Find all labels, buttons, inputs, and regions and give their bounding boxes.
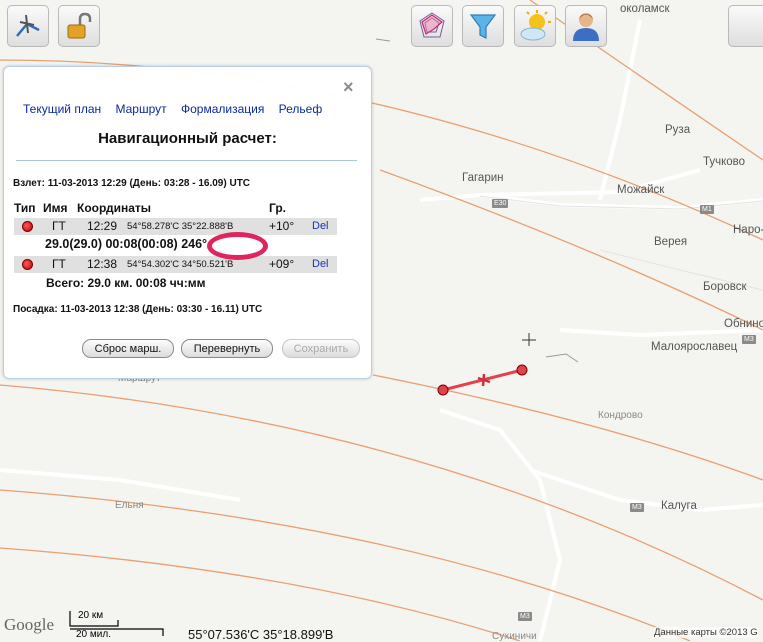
weather-button[interactable] — [514, 5, 556, 47]
map-copyright[interactable]: Данные карты ©2013 G — [654, 627, 758, 638]
town-gagarin: Гагарин — [462, 172, 504, 184]
user-icon — [573, 13, 599, 41]
extra-button[interactable] — [728, 5, 763, 47]
town-maloyaroslavets: Малоярославец — [651, 341, 738, 353]
save-button[interactable]: Сохранить — [282, 339, 360, 358]
crosshair-icon — [522, 333, 536, 346]
town-elnya: Ельня — [115, 500, 144, 511]
town-tuchkovo: Тучково — [703, 156, 746, 168]
town-borovsk: Боровск — [703, 281, 747, 293]
town-obninsk: Обнино — [724, 318, 763, 330]
unlock-icon — [67, 12, 92, 39]
unlock-button[interactable] — [58, 5, 100, 47]
road-shield-m3: M3 — [742, 335, 756, 344]
tab-formalization[interactable]: Формализация — [181, 102, 264, 116]
town-kaluga: Калуга — [661, 500, 697, 512]
town-ruza: Руза — [665, 124, 691, 136]
waypoint-time: 12:38 — [87, 257, 118, 271]
waypoint-deg: +10° — [269, 219, 295, 233]
town-kondrovo: Кондрово — [598, 410, 643, 421]
town-mozhaysk: Можайск — [617, 184, 665, 196]
user-button[interactable] — [565, 5, 607, 47]
scale-km: 20 км — [78, 610, 104, 621]
tab-route[interactable]: Маршрут — [115, 102, 166, 116]
waypoint-time: 12:29 — [87, 219, 118, 233]
waypoint-name: ГТ — [52, 219, 66, 233]
waypoint-name: ГТ — [52, 257, 66, 271]
town-naro: Наро- — [733, 224, 763, 236]
waypoint-dot-icon — [22, 221, 33, 232]
delete-link[interactable]: Del — [312, 258, 329, 270]
road-shield-m1: M1 — [700, 205, 714, 214]
waypoint-coords: 54°54.302'С 34°50.521'В — [127, 259, 234, 270]
landing-info: Посадка: 11-03-2013 12:38 (День: 03:30 -… — [13, 304, 263, 315]
total-info: Всего: 29.0 км. 00:08 чч:мм — [46, 276, 206, 290]
filter-icon — [469, 14, 497, 39]
col-deg-header: Гр. — [269, 201, 287, 215]
close-icon[interactable]: × — [343, 78, 354, 96]
tab-current-plan[interactable]: Текущий план — [23, 102, 101, 116]
radar-icon — [419, 12, 445, 38]
tab-relief[interactable]: Рельеф — [279, 102, 323, 116]
nav-calc-panel: × Текущий план Маршрут Формализация Рель… — [3, 66, 372, 379]
reset-route-button[interactable]: Сброс марш. — [82, 339, 174, 358]
panel-tabs: Текущий план Маршрут Формализация Рельеф — [23, 102, 333, 116]
road-shield-e30: E30 — [492, 199, 509, 208]
delete-link[interactable]: Del — [312, 220, 329, 232]
divider — [16, 160, 357, 161]
filter-button[interactable] — [462, 5, 504, 47]
panel-title: Навигационный расчет: — [98, 130, 277, 147]
highlight-circle — [207, 232, 268, 260]
google-logo[interactable]: Google — [4, 615, 54, 635]
waypoint-row[interactable]: ГТ 12:38 54°54.302'С 34°50.521'В +09° De… — [14, 256, 337, 273]
route-tool-button[interactable] — [7, 5, 49, 47]
col-coords-header: Координаты — [77, 201, 152, 215]
col-name-header: Имя — [43, 201, 68, 215]
col-type-header: Тип — [14, 201, 36, 215]
cursor-coordinates: 55°07.536'С 35°18.899'В — [188, 627, 334, 642]
town-vereya: Верея — [654, 236, 688, 248]
town-sukhinichi: Сухиничи — [492, 631, 537, 642]
segment-info: 29.0(29.0) 00:08(00:08) 246° — [45, 237, 208, 251]
road-shield-m3: M3 — [518, 612, 532, 621]
radar-button[interactable] — [411, 5, 453, 47]
town-volokolamsk: околамск — [620, 3, 670, 15]
flip-route-button[interactable]: Перевернуть — [181, 339, 273, 358]
road-shield-m3: M3 — [630, 503, 644, 512]
scale-miles: 20 мил. — [76, 629, 111, 640]
route-tool-icon — [16, 14, 40, 37]
waypoint-deg: +09° — [269, 257, 295, 271]
route — [437, 364, 528, 396]
takeoff-info: Взлет: 11-03-2013 12:29 (День: 03:28 - 1… — [13, 178, 251, 189]
waypoint-row[interactable]: ГТ 12:29 54°58.278'С 35°22.888'В +10° De… — [14, 218, 337, 235]
waypoint-dot-icon — [22, 259, 33, 270]
weather-icon — [520, 10, 551, 41]
waypoint-coords: 54°58.278'С 35°22.888'В — [127, 221, 234, 232]
